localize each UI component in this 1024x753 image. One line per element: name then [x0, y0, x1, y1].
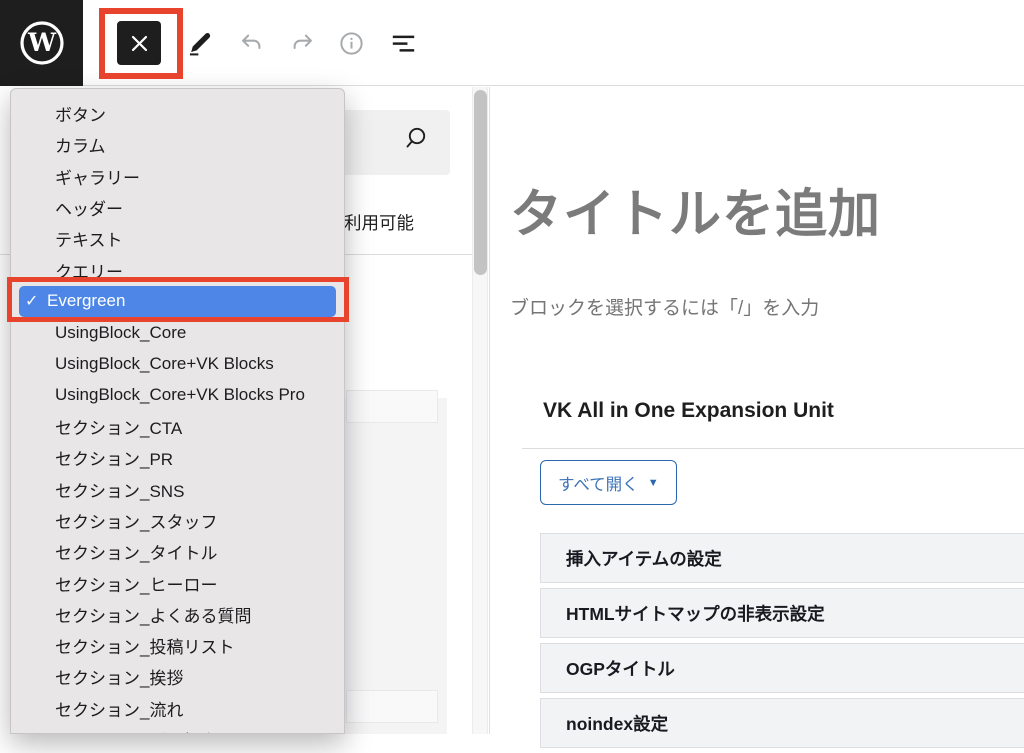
pattern-preview-card	[346, 690, 438, 723]
edit-mode-button[interactable]	[186, 30, 213, 57]
dropdown-option[interactable]: ✓ セクション_タイトル	[11, 536, 344, 567]
block-inserter-toggle-button[interactable]	[117, 21, 161, 65]
accordion-section-header[interactable]: OGPタイトル	[540, 643, 1024, 693]
redo-icon	[289, 30, 316, 57]
open-all-button[interactable]: すべて開く ▼	[540, 460, 677, 505]
wordpress-logo-icon: W	[19, 20, 65, 66]
dropdown-option-label: セクション_ヒーロー	[55, 571, 217, 596]
dropdown-option-label: ヘッダー	[55, 195, 123, 220]
accordion-section-label: noindex設定	[566, 711, 668, 736]
vk-panel-title: VK All in One Expansion Unit	[543, 399, 834, 423]
info-icon	[338, 30, 365, 57]
chevron-down-icon: ▼	[648, 477, 659, 489]
dropdown-option-label: セクション_流れ	[55, 696, 183, 721]
details-button[interactable]	[338, 30, 365, 57]
pencil-icon	[186, 30, 213, 57]
check-icon: ✓	[25, 291, 47, 311]
dropdown-option[interactable]: ✓ セクション_投稿リスト	[11, 630, 344, 661]
dropdown-option-label: クエリー	[55, 258, 123, 283]
dropdown-option-label: ギャラリー	[55, 164, 140, 189]
dropdown-option-label: UsingBlock_Core	[55, 323, 186, 343]
dropdown-option-label: Evergreen	[47, 291, 125, 311]
pattern-preview-card	[346, 390, 438, 423]
dropdown-option[interactable]: ✓ ヘッダー	[11, 192, 344, 223]
dropdown-option[interactable]: ✓ UsingBlock_Core+VK Blocks	[11, 348, 344, 379]
dropdown-option-label: セクション_挨拶	[55, 664, 183, 689]
undo-button[interactable]	[238, 30, 265, 57]
undo-icon	[238, 30, 265, 57]
tab-reusable-partial[interactable]: 利用可能	[344, 210, 414, 235]
dropdown-option-label: ボタン	[55, 101, 106, 126]
editor-header: W	[0, 0, 1024, 86]
dropdown-option[interactable]: ✓ カラム	[11, 129, 344, 160]
wordpress-block-editor: W	[0, 0, 1024, 734]
dropdown-option[interactable]: ✓ ボタン	[11, 98, 344, 129]
sidebar-scrollbar-thumb[interactable]	[474, 90, 487, 275]
dropdown-option[interactable]: ✓ セクション_ヒーロー	[11, 567, 344, 598]
dropdown-option-label: セクション_スタッフ	[55, 508, 217, 533]
accordion-section-label: HTMLサイトマップの非表示設定	[566, 601, 825, 626]
wordpress-logo[interactable]: W	[0, 0, 83, 86]
vk-settings-accordion: 挿入アイテムの設定 HTMLサイトマップの非表示設定 OGPタイトル noind…	[540, 533, 1024, 753]
dropdown-option[interactable]: ✓ ギャラリー	[11, 161, 344, 192]
dropdown-option-label: セクション_PR	[55, 445, 173, 470]
dropdown-option-label: セクション_タイトル	[55, 539, 217, 564]
accordion-section-label: OGPタイトル	[566, 656, 675, 681]
dropdown-option-label: セクション_よくある質問	[55, 602, 251, 627]
svg-text:W: W	[26, 28, 56, 57]
dropdown-option[interactable]: ✓ テキスト	[11, 223, 344, 254]
list-view-button[interactable]	[390, 30, 417, 57]
dropdown-option-label: カラム	[55, 132, 106, 157]
accordion-section-label: 挿入アイテムの設定	[566, 546, 722, 571]
open-all-label: すべて開く	[558, 471, 639, 495]
vk-panel-divider	[522, 448, 1024, 449]
dropdown-option[interactable]: ✓ セクション_挨拶	[11, 661, 344, 692]
dropdown-option[interactable]: ✓ ページ_サービス紹介	[11, 724, 344, 734]
dropdown-option-label: セクション_SNS	[55, 477, 184, 502]
editor-canvas: タイトルを追加 ブロックを選択するには「/」を入力 VK All in One …	[491, 87, 1024, 734]
dropdown-option-label: テキスト	[55, 226, 123, 251]
dropdown-option-label: ページ_サービス紹介	[55, 727, 217, 734]
category-select-dropdown: ✓ ボタン ✓ カラム ✓ ギャラリー ✓ ヘッダー ✓ テキスト ✓ クエリー…	[10, 88, 345, 734]
dropdown-option[interactable]: ✓ セクション_よくある質問	[11, 599, 344, 630]
close-icon	[131, 35, 148, 52]
list-view-icon	[390, 29, 417, 58]
dropdown-option-label: セクション_投稿リスト	[55, 633, 234, 658]
dropdown-option[interactable]: ✓ UsingBlock_Core	[11, 317, 344, 348]
accordion-section-header[interactable]: HTMLサイトマップの非表示設定	[540, 588, 1024, 638]
dropdown-option[interactable]: ✓ セクション_PR	[11, 442, 344, 473]
post-title-input[interactable]: タイトルを追加	[510, 172, 881, 247]
redo-button[interactable]	[289, 30, 316, 57]
dropdown-option[interactable]: ✓ セクション_スタッフ	[11, 505, 344, 536]
paragraph-block-placeholder[interactable]: ブロックを選択するには「/」を入力	[510, 293, 819, 320]
dropdown-option[interactable]: ✓ セクション_SNS	[11, 474, 344, 505]
dropdown-option[interactable]: ✓ Evergreen	[19, 286, 336, 317]
accordion-section-header[interactable]: 挿入アイテムの設定	[540, 533, 1024, 583]
dropdown-option-label: セクション_CTA	[55, 414, 182, 439]
dropdown-option-label: UsingBlock_Core+VK Blocks	[55, 354, 274, 374]
dropdown-option[interactable]: ✓ セクション_CTA	[11, 411, 344, 442]
dropdown-option-label: UsingBlock_Core+VK Blocks Pro	[55, 385, 305, 405]
accordion-section-header[interactable]: noindex設定	[540, 698, 1024, 748]
dropdown-option[interactable]: ✓ クエリー	[11, 254, 344, 285]
dropdown-option[interactable]: ✓ セクション_流れ	[11, 693, 344, 724]
dropdown-option[interactable]: ✓ UsingBlock_Core+VK Blocks Pro	[11, 380, 344, 411]
